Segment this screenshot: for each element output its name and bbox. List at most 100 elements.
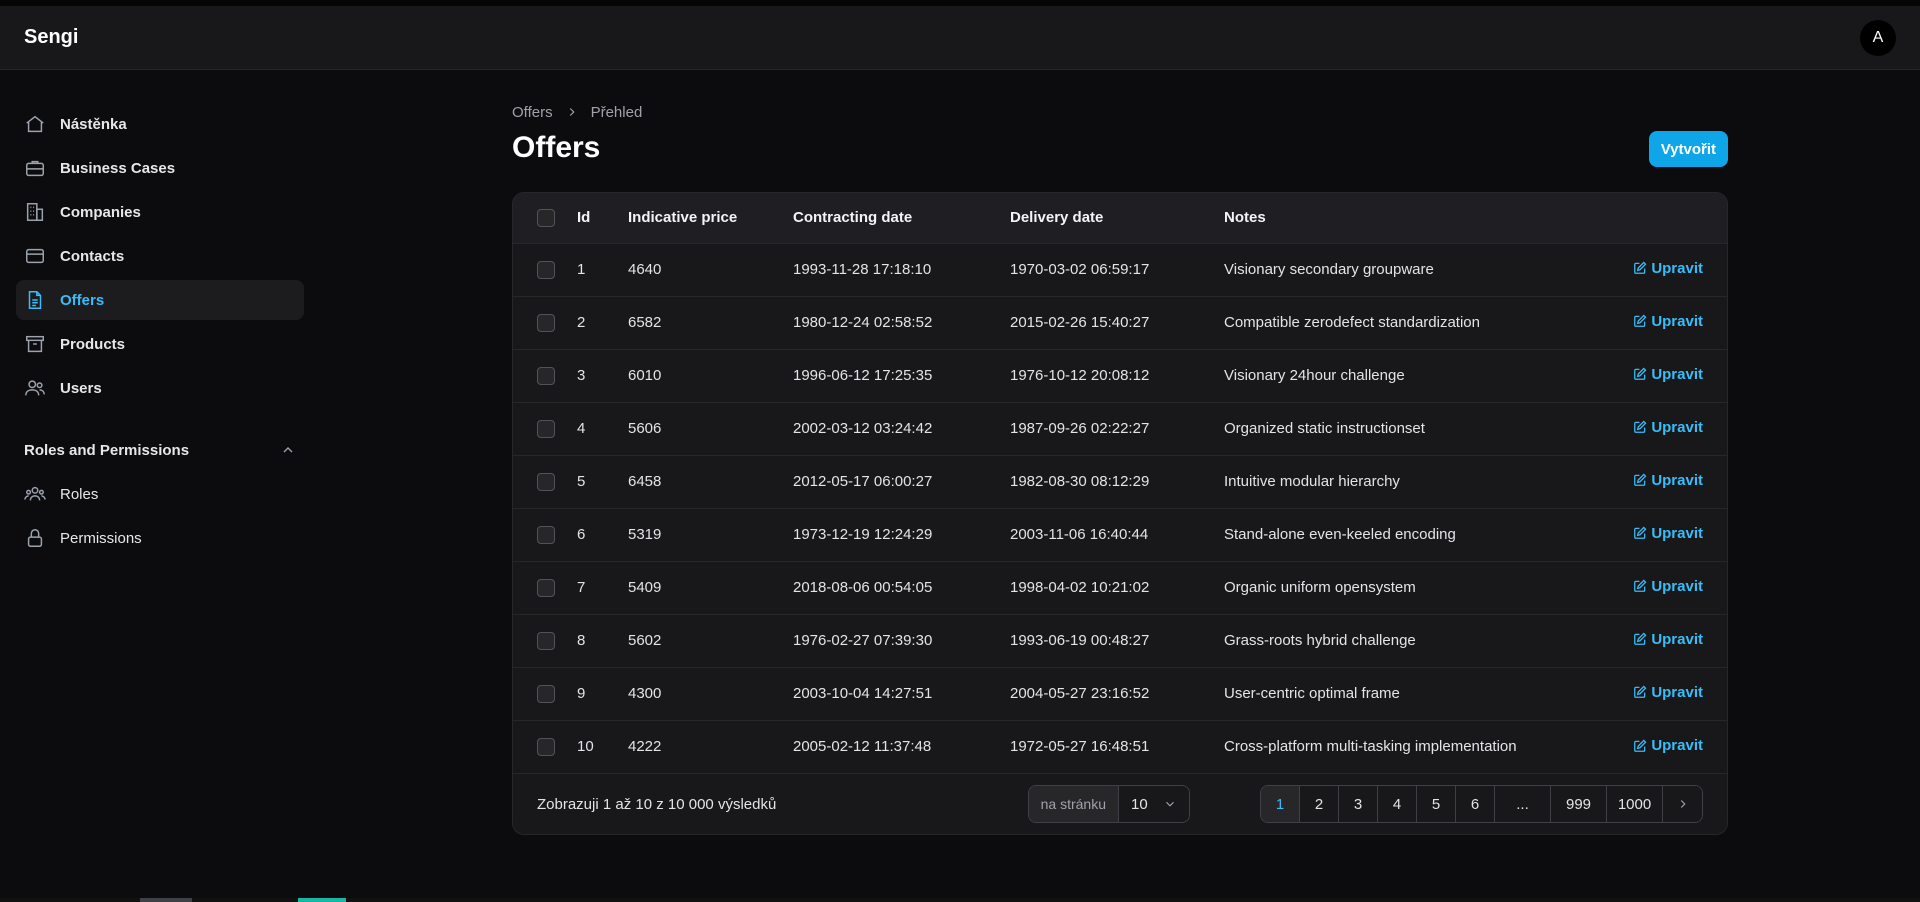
cell-id: 3 [577, 367, 586, 384]
cell-id: 6 [577, 526, 586, 543]
cell-contracting-date: 1980-12-24 02:58:52 [793, 314, 933, 331]
offers-table-card: Id Indicative price Contracting date Del… [512, 192, 1728, 835]
row-checkbox[interactable] [537, 737, 555, 756]
row-select-cell [513, 243, 577, 296]
row-select-cell [513, 455, 577, 508]
row-checkbox[interactable] [537, 684, 555, 703]
column-header-delivery[interactable]: Delivery date [1010, 193, 1224, 243]
table-row: 4 5606 2002-03-12 03:24:42 1987-09-26 02:22… [513, 402, 1727, 455]
page-button[interactable]: 1000 [1607, 786, 1663, 822]
per-page-label: na stránku [1028, 786, 1119, 822]
table-row: 9 4300 2003-10-04 14:27:51 2004-05-27 23:16… [513, 667, 1727, 720]
page-ellipsis: ... [1495, 786, 1551, 822]
footer-controls: na stránku 10 1 2 3 4 5 6... 999 1000 [1027, 785, 1703, 823]
cell-id: 2 [577, 314, 586, 331]
sidebar-item-contacts[interactable]: Contacts [16, 236, 304, 276]
breadcrumb-current: Přehled [590, 103, 643, 121]
sidebar-item-products[interactable]: Products [16, 324, 304, 364]
row-checkbox[interactable] [537, 313, 555, 332]
edit-label: Upravit [1651, 524, 1703, 542]
row-checkbox[interactable] [537, 366, 555, 385]
home-icon [24, 113, 46, 135]
row-checkbox[interactable] [537, 419, 555, 438]
select-all-checkbox[interactable] [537, 208, 555, 227]
cell-notes: Cross-platform multi-tasking implementat… [1224, 738, 1517, 756]
user-group-icon [24, 483, 46, 505]
row-checkbox[interactable] [537, 578, 555, 597]
sidebar-item-label: Contacts [60, 247, 125, 265]
cell-notes: Grass-roots hybrid challenge [1224, 632, 1416, 649]
table-row: 7 5409 2018-08-06 00:54:05 1998-04-02 10:21… [513, 561, 1727, 614]
page-button[interactable]: 4 [1378, 786, 1417, 822]
edit-link[interactable]: Upravit [1633, 260, 1703, 277]
edit-link[interactable]: Upravit [1633, 313, 1703, 330]
row-checkbox[interactable] [537, 631, 555, 650]
sidebar-item-label: Users [60, 379, 102, 397]
page-button[interactable]: 2 [1300, 786, 1339, 822]
column-header-price[interactable]: Indicative price [628, 193, 793, 243]
sidebar-item-users[interactable]: Users [16, 368, 304, 408]
sidebar-item-offers[interactable]: Offers [16, 280, 304, 320]
cell-id: 9 [577, 685, 586, 702]
cell-actions: Upravit [1557, 349, 1727, 402]
per-page-value: 10 [1131, 795, 1148, 813]
edit-link[interactable]: Upravit [1633, 684, 1703, 701]
cell-contracting-date: 1976-02-27 07:39:30 [793, 632, 933, 649]
lock-icon [24, 527, 46, 549]
page-button[interactable]: 999 [1551, 786, 1607, 822]
sidebar-item-label: Companies [60, 203, 141, 221]
row-checkbox[interactable] [537, 525, 555, 544]
cell-contracting-date: 1996-06-12 17:25:35 [793, 367, 933, 384]
sidebar-item-label: Products [60, 335, 126, 353]
cell-id: 1 [577, 261, 586, 278]
edit-link[interactable]: Upravit [1633, 472, 1703, 489]
cell-notes: Organic uniform opensystem [1224, 579, 1416, 596]
cell-notes: Organized static instructionset [1224, 420, 1425, 437]
edit-icon [1634, 420, 1647, 434]
cell-delivery-date: 2015-02-26 15:40:27 [1010, 314, 1150, 331]
cell-price: 6010 [628, 367, 662, 384]
user-avatar[interactable]: A [1860, 19, 1896, 56]
edit-link[interactable]: Upravit [1633, 631, 1703, 648]
sidebar-item-permissions[interactable]: Permissions [16, 518, 304, 558]
cell-notes: Visionary secondary groupware [1224, 261, 1434, 278]
cell-price: 4222 [628, 738, 662, 756]
top-bar: Sengi A [0, 6, 1920, 70]
row-checkbox[interactable] [537, 260, 555, 279]
column-header-contracting[interactable]: Contracting date [793, 193, 1010, 243]
page-button[interactable]: 3 [1339, 786, 1378, 822]
sidebar-item-label: Offers [60, 291, 105, 309]
row-select-cell [513, 296, 577, 349]
brand-logo[interactable]: Sengi [24, 26, 78, 49]
breadcrumb: Offers Přehled [512, 100, 1728, 124]
page-button[interactable]: 6 [1456, 786, 1495, 822]
roles-permissions-toggle[interactable]: Roles and Permissions [16, 430, 304, 470]
edit-link[interactable]: Upravit [1633, 366, 1703, 383]
sidebar-item-nastenka[interactable]: Nástěnka [16, 104, 304, 144]
page-button[interactable]: 5 [1417, 786, 1456, 822]
column-header-id[interactable]: Id [577, 193, 628, 243]
edit-link[interactable]: Upravit [1633, 737, 1703, 754]
per-page-select[interactable]: 10 [1119, 786, 1189, 822]
cell-contracting-date: 2002-03-12 03:24:42 [793, 420, 933, 437]
cell-price: 5409 [628, 579, 662, 596]
row-checkbox[interactable] [537, 472, 555, 491]
edit-link[interactable]: Upravit [1633, 578, 1703, 595]
page-button[interactable]: 1 [1261, 786, 1300, 822]
sidebar-item-roles[interactable]: Roles [16, 474, 304, 514]
create-button[interactable]: Vytvořit [1648, 131, 1728, 167]
offers-table: Id Indicative price Contracting date Del… [513, 193, 1727, 773]
edit-link[interactable]: Upravit [1633, 419, 1703, 436]
edit-link[interactable]: Upravit [1633, 525, 1703, 542]
sidebar-item-companies[interactable]: Companies [16, 192, 304, 232]
sidebar-item-business-cases[interactable]: Business Cases [16, 148, 304, 188]
chevron-right-icon [565, 105, 579, 119]
breadcrumb-root[interactable]: Offers [512, 104, 553, 121]
chevron-up-icon [283, 447, 293, 453]
cell-actions: Upravit [1557, 296, 1727, 349]
table-header-row: Id Indicative price Contracting date Del… [513, 193, 1727, 243]
next-page-button[interactable] [1663, 786, 1702, 822]
edit-icon [1634, 473, 1647, 487]
column-header-notes[interactable]: Notes [1224, 193, 1557, 243]
title-row: Offers Vytvořit [512, 128, 1728, 168]
